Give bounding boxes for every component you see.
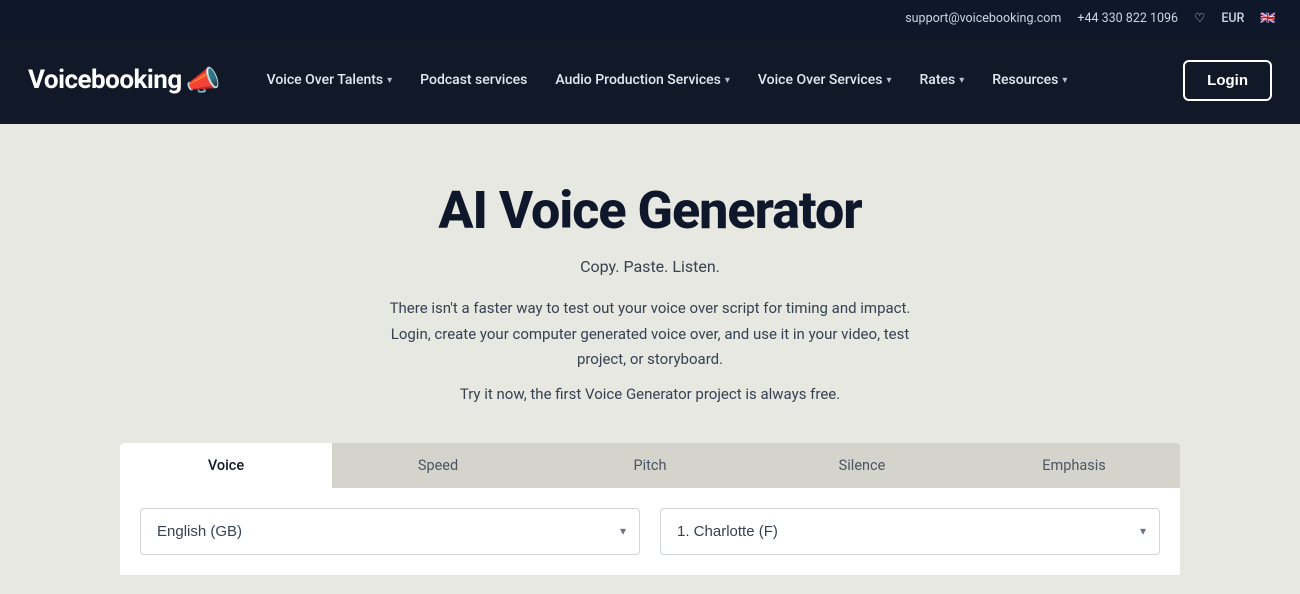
language-select[interactable]: English (GB) English (US) French German … — [140, 508, 640, 555]
language-flag-icon[interactable]: 🇬🇧 — [1260, 11, 1276, 26]
logo-text: Voicebooking — [28, 65, 182, 95]
logo[interactable]: Voicebooking 📣 — [28, 64, 221, 97]
tab-speed[interactable]: Speed — [332, 443, 544, 488]
hero-subtitle: Copy. Paste. Listen. — [580, 257, 720, 276]
tabs-container: Voice Speed Pitch Silence Emphasis Engli… — [120, 443, 1180, 575]
login-button[interactable]: Login — [1183, 60, 1272, 101]
logo-icon: 📣 — [186, 64, 221, 97]
utility-bar: support@voicebooking.com +44 330 822 109… — [0, 0, 1300, 36]
nav-label: Voice Over Talents — [267, 72, 384, 88]
chevron-down-icon: ▾ — [1062, 75, 1067, 86]
nav-item-resources[interactable]: Resources ▾ — [978, 64, 1081, 96]
nav-item-rates[interactable]: Rates ▾ — [905, 64, 978, 96]
nav-item-voice-over-talents[interactable]: Voice Over Talents ▾ — [253, 64, 407, 96]
hero-description: There isn't a faster way to test out you… — [380, 296, 920, 373]
tab-silence[interactable]: Silence — [756, 443, 968, 488]
support-email-link[interactable]: support@voicebooking.com — [905, 11, 1061, 26]
nav-label: Audio Production Services — [555, 72, 721, 88]
tab-pitch[interactable]: Pitch — [544, 443, 756, 488]
main-nav: Voicebooking 📣 Voice Over Talents ▾ Podc… — [0, 36, 1300, 124]
nav-item-voice-over-services[interactable]: Voice Over Services ▾ — [744, 64, 906, 96]
tabs-row: Voice Speed Pitch Silence Emphasis — [120, 443, 1180, 488]
selects-row: English (GB) English (US) French German … — [120, 488, 1180, 575]
voice-select[interactable]: 1. Charlotte (F) 2. James (M) 3. Sophia … — [660, 508, 1160, 555]
currency-selector[interactable]: EUR — [1221, 11, 1244, 26]
tab-emphasis[interactable]: Emphasis — [968, 443, 1180, 488]
voice-select-wrapper: 1. Charlotte (F) 2. James (M) 3. Sophia … — [660, 508, 1160, 555]
hero-cta: Try it now, the first Voice Generator pr… — [460, 385, 840, 403]
chevron-down-icon: ▾ — [959, 75, 964, 86]
nav-label: Voice Over Services — [758, 72, 883, 88]
hero-title: AI Voice Generator — [438, 180, 861, 241]
wishlist-icon[interactable]: ♡ — [1194, 10, 1205, 26]
tab-voice[interactable]: Voice — [120, 443, 332, 488]
nav-links: Voice Over Talents ▾ Podcast services Au… — [253, 64, 1184, 96]
nav-right: Login — [1183, 60, 1272, 101]
nav-item-podcast-services[interactable]: Podcast services — [406, 64, 541, 96]
chevron-down-icon: ▾ — [387, 75, 392, 86]
nav-label: Resources — [992, 72, 1058, 88]
language-select-wrapper: English (GB) English (US) French German … — [140, 508, 640, 555]
chevron-down-icon: ▾ — [725, 75, 730, 86]
nav-label: Podcast services — [420, 72, 527, 88]
nav-label: Rates — [919, 72, 955, 88]
chevron-down-icon: ▾ — [886, 75, 891, 86]
nav-item-audio-production[interactable]: Audio Production Services ▾ — [541, 64, 744, 96]
hero-section: AI Voice Generator Copy. Paste. Listen. … — [0, 124, 1300, 594]
phone-number: +44 330 822 1096 — [1077, 11, 1178, 26]
